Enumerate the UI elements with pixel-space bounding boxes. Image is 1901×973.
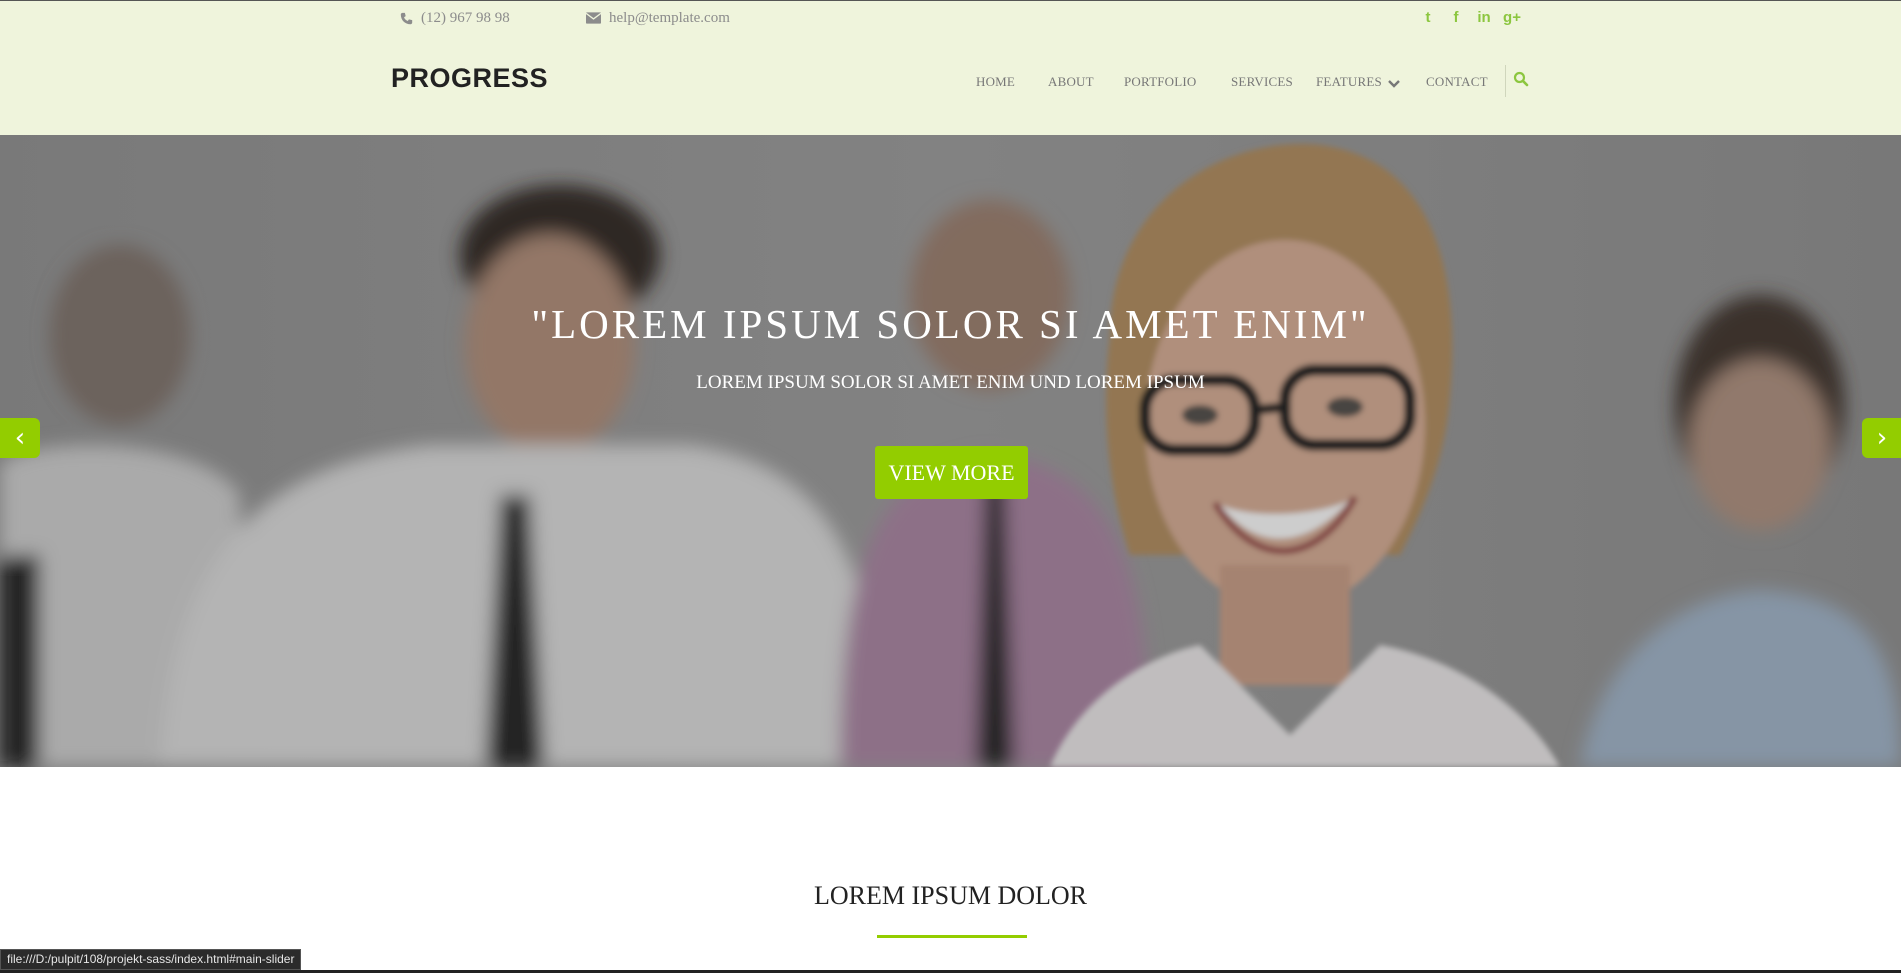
- section-title: LOREM IPSUM DOLOR: [813, 881, 1088, 910]
- hero-title: "LOREM IPSUM SOLOR SI AMET ENIM": [531, 301, 1370, 347]
- nav-item-features[interactable]: FEATURES: [1316, 74, 1401, 90]
- main-nav: HOME ABOUT PORTFOLIO SERVICES FEATURES C…: [0, 74, 1901, 94]
- chevron-right-icon: ›: [1876, 423, 1888, 453]
- slider-prev-button[interactable]: ‹: [0, 418, 40, 458]
- nav-item-home[interactable]: HOME: [976, 74, 1015, 90]
- phone-icon: [400, 12, 413, 24]
- nav-item-contact[interactable]: CONTACT: [1426, 74, 1488, 90]
- search-button[interactable]: [1513, 71, 1529, 87]
- topbar-contacts: (12) 967 98 98 help@template.com: [400, 8, 730, 28]
- chevron-left-icon: ‹: [14, 423, 26, 453]
- google-plus-icon[interactable]: g+: [1503, 8, 1521, 26]
- browser-status-url: file:///D:/pulpit/108/projekt-sass/index…: [0, 949, 302, 970]
- slider-next-button[interactable]: ›: [1862, 418, 1901, 458]
- email-address[interactable]: help@template.com: [609, 10, 730, 27]
- hero-subtitle: LOREM IPSUM SOLOR SI AMET ENIM UND LOREM…: [696, 372, 1205, 393]
- chevron-down-icon: [1388, 79, 1401, 88]
- social-links: t f in g+: [1420, 8, 1521, 26]
- view-more-button[interactable]: VIEW MORE: [875, 446, 1028, 499]
- search-icon: [1513, 71, 1529, 87]
- site-header: (12) 967 98 98 help@template.com t f in …: [0, 0, 1901, 135]
- twitter-icon[interactable]: t: [1420, 8, 1436, 26]
- email-contact[interactable]: help@template.com: [586, 10, 730, 27]
- nav-item-about[interactable]: ABOUT: [1048, 74, 1094, 90]
- phone-contact: (12) 967 98 98: [400, 10, 586, 27]
- nav-item-portfolio[interactable]: PORTFOLIO: [1124, 74, 1197, 90]
- phone-number: (12) 967 98 98: [421, 9, 510, 26]
- linkedin-icon[interactable]: in: [1476, 8, 1492, 26]
- envelope-icon: [586, 12, 601, 24]
- facebook-icon[interactable]: f: [1448, 8, 1464, 26]
- main-slider: "LOREM IPSUM SOLOR SI AMET ENIM" LOREM I…: [0, 135, 1901, 767]
- nav-item-features-label: FEATURES: [1316, 74, 1382, 89]
- section-divider: [877, 935, 1027, 938]
- nav-item-services[interactable]: SERVICES: [1231, 74, 1293, 90]
- nav-divider: [1505, 65, 1506, 97]
